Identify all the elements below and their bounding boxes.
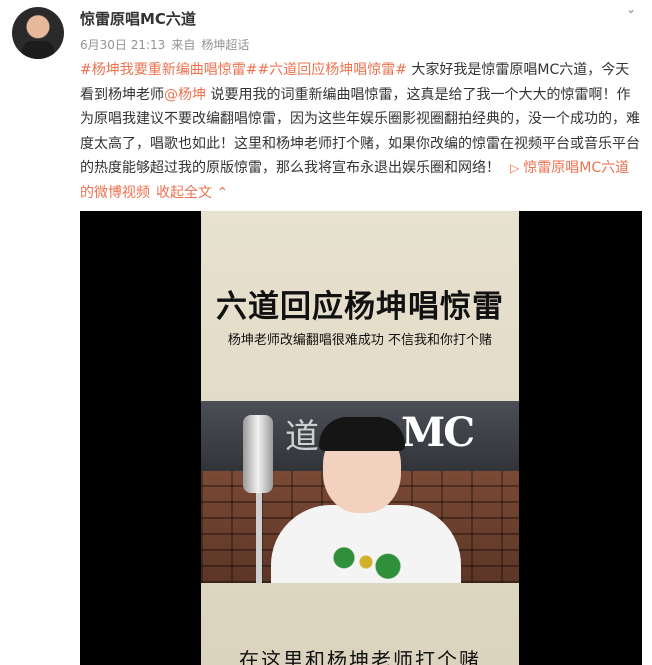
collapse-button[interactable]: 收起全文 ⌃ <box>156 185 228 201</box>
mc-logo: MC <box>401 409 475 456</box>
video-subtitle: 杨坤老师改编翻唱很难成功 不信我和你打个赌 <box>227 333 493 348</box>
video-player[interactable]: 六道回应杨坤唱惊雷 杨坤老师改编翻唱很难成功 不信我和你打个赌 道 MC 在这里… <box>80 211 642 665</box>
logo-graphic: 道 <box>285 417 319 457</box>
video-photo: 道 MC <box>201 401 519 583</box>
video-frame: 六道回应杨坤唱惊雷 杨坤老师改编翻唱很难成功 不信我和你打个赌 道 MC 在这里… <box>201 211 519 665</box>
video-caption: 在这里和杨坤老师打个赌 <box>239 648 481 665</box>
person-hair <box>319 417 405 451</box>
post-text: #杨坤我要重新编曲唱惊雷##六道回应杨坤唱惊雷# 大家好我是惊雷原唱MC六道，今… <box>80 58 642 205</box>
chevron-up-icon: ⌃ <box>216 184 229 201</box>
mic-stand <box>256 493 262 583</box>
post-date[interactable]: 6月30日 21:13 <box>80 38 165 52</box>
mention-link[interactable]: @杨坤 <box>164 87 206 103</box>
shirt-print <box>311 541 421 583</box>
microphone-icon <box>243 415 273 493</box>
source-prefix: 来自 <box>171 38 196 52</box>
play-icon: ▷ <box>510 161 520 175</box>
post-source[interactable]: 杨坤超话 <box>201 38 249 52</box>
avatar[interactable] <box>12 7 64 59</box>
username[interactable]: 惊雷原唱MC六道 <box>80 8 196 29</box>
post-meta: 6月30日 21:13 来自 杨坤超话 <box>80 36 255 53</box>
hashtag-link[interactable]: #六道回应杨坤唱惊雷# <box>257 62 406 78</box>
hashtag-link[interactable]: #杨坤我要重新编曲唱惊雷# <box>80 62 257 78</box>
chevron-down-icon[interactable]: ⌄ <box>622 2 640 16</box>
video-title: 六道回应杨坤唱惊雷 <box>216 289 504 325</box>
